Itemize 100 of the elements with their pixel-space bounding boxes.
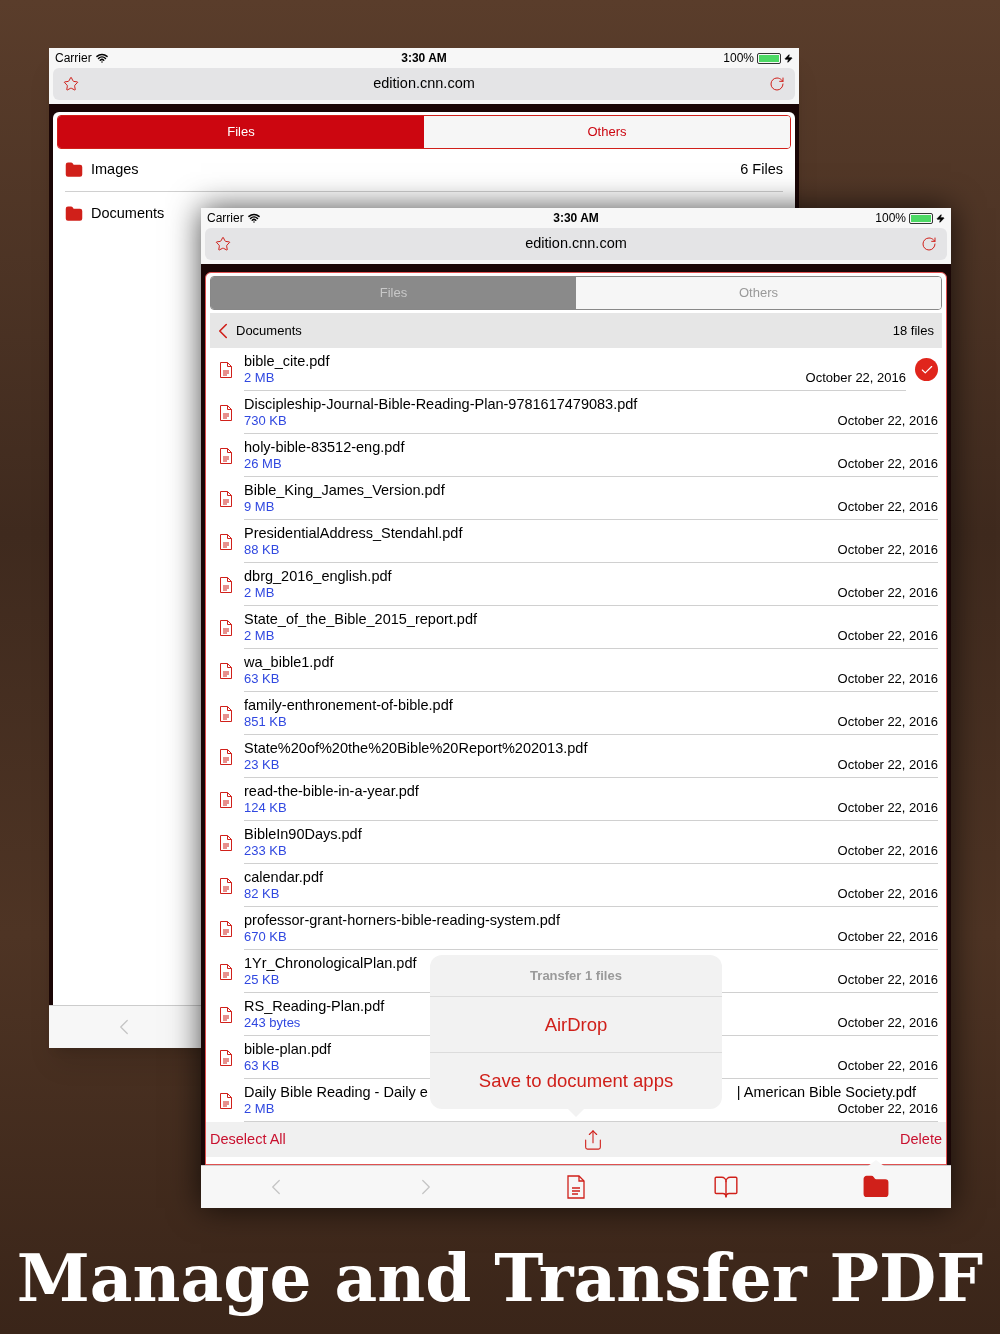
file-size: 26 MB [244, 456, 282, 472]
folder-name: Images [91, 160, 139, 180]
folder-title: Documents [236, 321, 302, 340]
bookmark-star-icon[interactable] [63, 76, 79, 92]
file-date: October 22, 2016 [837, 413, 938, 429]
file-name: Bible_King_James_Version.pdf [244, 481, 445, 499]
segment-tab[interactable]: Files [58, 116, 424, 148]
file-date: October 22, 2016 [837, 714, 938, 730]
charging-icon [784, 53, 793, 63]
address-text: edition.cnn.com [372, 74, 476, 94]
file-date: October 22, 2016 [805, 370, 906, 386]
file-date: October 22, 2016 [837, 843, 938, 859]
file-date: October 22, 2016 [837, 1101, 938, 1117]
caption-title: Manage and Transfer PDF [16, 1238, 984, 1318]
file-name: bible_cite.pdf [244, 352, 330, 370]
address-bar[interactable]: edition.cnn.com [205, 228, 947, 260]
file-size: 243 bytes [244, 1015, 301, 1031]
pdf-file-icon [220, 748, 232, 765]
file-size: 82 KB [244, 886, 280, 902]
clock-time: 3:30 AM [401, 50, 447, 67]
pdf-file-icon [220, 705, 232, 722]
file-name: RS_Reading-Plan.pdf [244, 997, 385, 1015]
bookmark-star-icon[interactable] [215, 236, 231, 252]
file-date: October 22, 2016 [837, 456, 938, 472]
file-name: 1Yr_ChronologicalPlan.pdf [244, 954, 417, 972]
pdf-file-icon [220, 1049, 232, 1066]
file-date: October 22, 2016 [837, 585, 938, 601]
file-name: State%20of%20the%20Bible%20Report%202013.pdf [244, 739, 588, 757]
battery-icon [909, 212, 933, 224]
file-name: read-the-bible-in-a-year.pdf [244, 782, 419, 800]
carrier-label: Carrier [55, 50, 92, 67]
folder-file-count: 6 Files [740, 160, 783, 180]
file-name: | American Bible Society.pdf [736, 1083, 916, 1101]
charging-icon [936, 213, 945, 223]
pdf-file-icon [220, 1092, 232, 1109]
file-name: holy-bible-83512-eng.pdf [244, 438, 405, 456]
battery-percent: 100% [723, 50, 754, 67]
pdf-file-icon [220, 834, 232, 851]
file-count: 18 files [892, 321, 934, 340]
file-size: 63 KB [244, 1058, 280, 1074]
file-name: State_of_the_Bible_2015_report.pdf [244, 610, 477, 628]
file-name: calendar.pdf [244, 868, 323, 886]
popover-action[interactable]: AirDrop [430, 997, 722, 1053]
pdf-file-icon [220, 361, 232, 378]
file-name: Discipleship-Journal-Bible-Reading-Plan-9781617479083.pdf [244, 395, 638, 413]
file-date: October 22, 2016 [837, 886, 938, 902]
file-date: October 22, 2016 [837, 757, 938, 773]
file-name: professor-grant-horners-bible-reading-system.pdf [244, 911, 560, 929]
file-date: October 22, 2016 [837, 929, 938, 945]
file-name: bible-plan.pdf [244, 1040, 332, 1058]
file-size: 88 KB [244, 542, 280, 558]
file-date: October 22, 2016 [837, 671, 938, 687]
file-size: 2 MB [244, 370, 275, 386]
address-bar[interactable]: edition.cnn.com [53, 68, 795, 100]
pdf-file-icon [220, 963, 232, 980]
pdf-file-icon [220, 619, 232, 636]
segment-tab[interactable]: Others [424, 116, 790, 148]
pdf-file-icon [220, 576, 232, 593]
file-date: October 22, 2016 [837, 800, 938, 816]
reload-icon[interactable] [769, 76, 785, 92]
popover-title: Transfer 1 files [430, 955, 722, 997]
file-size: 25 KB [244, 972, 280, 988]
folder-icon [65, 204, 83, 223]
pdf-file-icon [220, 490, 232, 507]
pdf-document-icon[interactable] [567, 1175, 585, 1199]
pdf-file-icon [220, 662, 232, 679]
file-date: October 22, 2016 [837, 542, 938, 558]
wifi-icon [95, 52, 108, 64]
battery-icon [757, 52, 781, 64]
file-name: family-enthronement-of-bible.pdf [244, 696, 453, 714]
file-size: 23 KB [244, 757, 280, 773]
pdf-file-icon [220, 920, 232, 937]
pdf-file-icon [220, 447, 232, 464]
folder-name: Documents [91, 203, 165, 223]
file-size: 9 MB [244, 499, 275, 515]
address-text: edition.cnn.com [524, 234, 628, 254]
pdf-file-icon [220, 791, 232, 808]
file-name: dbrg_2016_english.pdf [244, 567, 392, 585]
delete-button[interactable]: Delete [900, 1128, 942, 1151]
pdf-file-icon [220, 877, 232, 894]
file-size: 233 KB [244, 843, 287, 859]
file-name: Daily Bible Reading - Daily e [244, 1083, 428, 1101]
file-date: October 22, 2016 [837, 628, 938, 644]
book-icon[interactable] [713, 1174, 739, 1200]
file-date: October 22, 2016 [837, 499, 938, 515]
file-name: wa_bible1.pdf [244, 653, 334, 671]
file-size: 851 KB [244, 714, 287, 730]
carrier-label: Carrier [207, 210, 244, 227]
battery-percent: 100% [875, 210, 906, 227]
deselect-all-button[interactable]: Deselect All [210, 1128, 286, 1151]
pdf-file-icon [220, 533, 232, 550]
reload-icon[interactable] [921, 236, 937, 252]
file-size: 63 KB [244, 671, 280, 687]
file-size: 124 KB [244, 800, 287, 816]
file-name: PresidentialAddress_Stendahl.pdf [244, 524, 463, 542]
folder-icon [65, 161, 83, 179]
file-name: BibleIn90Days.pdf [244, 825, 362, 843]
popover-action[interactable]: Save to document apps [430, 1053, 722, 1109]
file-size: 2 MB [244, 1101, 275, 1117]
clock-time: 3:30 AM [553, 210, 599, 227]
